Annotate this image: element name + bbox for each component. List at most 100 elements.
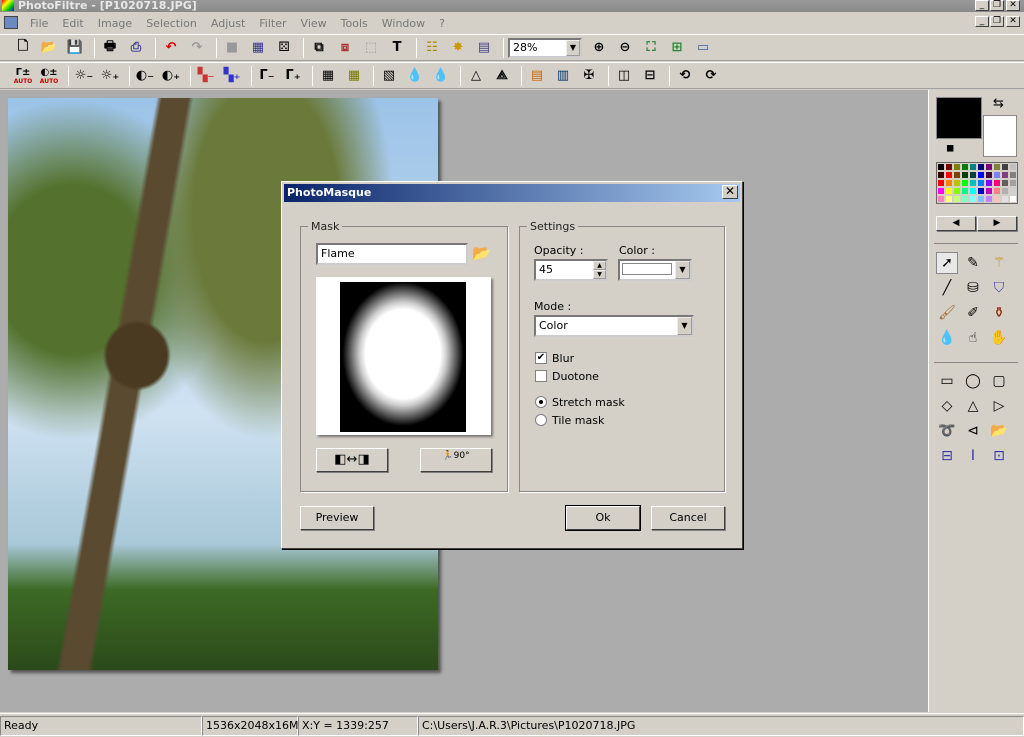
palette-swatch[interactable]	[1001, 179, 1009, 187]
palette-swatch[interactable]	[993, 179, 1001, 187]
cancel-button[interactable]: Cancel	[651, 506, 725, 530]
save-icon[interactable]: 💾	[64, 37, 86, 59]
palette-swatch[interactable]	[977, 195, 985, 203]
gradient-blue-icon[interactable]: ▥	[552, 65, 574, 87]
zoom-select[interactable]: 28% ▼	[508, 37, 582, 58]
palette-swatch[interactable]	[985, 171, 993, 179]
menu-file[interactable]: File	[24, 17, 56, 30]
chevron-down-icon[interactable]: ▼	[566, 39, 580, 56]
copy-doc-icon[interactable]: ⧉	[308, 37, 330, 59]
open-icon[interactable]: 📂	[38, 37, 60, 59]
palette-swatch[interactable]	[993, 187, 1001, 195]
menu-adjust[interactable]: Adjust	[205, 17, 253, 30]
close-button[interactable]: ✕	[1006, 0, 1020, 11]
select-all-icon[interactable]: ⬚	[360, 37, 382, 59]
preview-button[interactable]: Preview	[300, 506, 374, 530]
spray-icon[interactable]: ⛉	[988, 277, 1010, 299]
palette-swatch[interactable]	[937, 179, 945, 187]
palette-swatch[interactable]	[953, 195, 961, 203]
sharpen-more-icon[interactable]: ⟁	[491, 65, 513, 87]
brightness-plus-icon[interactable]: ☼₊	[99, 65, 121, 87]
duotone-checkbox[interactable]	[535, 370, 547, 382]
foreground-color-swatch[interactable]	[936, 97, 982, 139]
palette-swatch[interactable]	[993, 171, 1001, 179]
palette-swatch[interactable]	[969, 171, 977, 179]
menu-tools[interactable]: Tools	[335, 17, 376, 30]
flip-horizontal-icon[interactable]: ◫	[613, 65, 635, 87]
ellipse-icon[interactable]: ◯	[962, 370, 984, 392]
lasso-icon[interactable]: ➰	[936, 420, 958, 442]
actual-size-icon[interactable]: ⊞	[666, 37, 688, 59]
effects-icon[interactable]: ✠	[578, 65, 600, 87]
rounded-rect-icon[interactable]: ▢	[988, 370, 1010, 392]
palette-swatch[interactable]	[937, 187, 945, 195]
sharpen-icon[interactable]: △	[465, 65, 487, 87]
selection-h-icon[interactable]: ⊟	[936, 445, 958, 467]
pointer-icon[interactable]: ➚	[936, 252, 958, 274]
contrast-plus-icon[interactable]: ◐₊	[160, 65, 182, 87]
diamond-icon[interactable]: ◇	[936, 395, 958, 417]
auto-levels-icon[interactable]: Γ± AUTO	[12, 65, 34, 87]
scan-icon[interactable]: ⎙	[125, 37, 147, 59]
gamma-minus-icon[interactable]: Γ₋	[256, 65, 278, 87]
palette-swatch[interactable]	[985, 195, 993, 203]
palette-swatch[interactable]	[1001, 171, 1009, 179]
advanced-brush-icon[interactable]: ✐	[962, 302, 984, 324]
menu-help[interactable]: ?	[433, 17, 453, 30]
open-folder-icon[interactable]: 📂	[472, 244, 491, 262]
open-shape-icon[interactable]: 📂	[988, 420, 1010, 442]
menu-image[interactable]: Image	[92, 17, 140, 30]
palette-swatch[interactable]	[969, 163, 977, 171]
menu-filter[interactable]: Filter	[253, 17, 294, 30]
rectangle-icon[interactable]: ▭	[936, 370, 958, 392]
palette-next-button[interactable]: ▶	[977, 216, 1017, 231]
stretch-mask-radio[interactable]	[535, 396, 547, 408]
eyedropper-icon[interactable]: ✎	[962, 252, 984, 274]
palette-swatch[interactable]	[993, 195, 1001, 203]
palette-swatch[interactable]	[961, 187, 969, 195]
palette-swatch[interactable]	[1009, 187, 1017, 195]
menu-window[interactable]: Window	[376, 17, 433, 30]
palette-swatch[interactable]	[985, 163, 993, 171]
palette-swatch[interactable]	[961, 163, 969, 171]
background-color-swatch[interactable]	[983, 115, 1017, 157]
gamma-plus-icon[interactable]: Γ₊	[282, 65, 304, 87]
palette-swatch[interactable]	[945, 171, 953, 179]
restore-button[interactable]: ❐	[990, 0, 1004, 11]
swap-colors-icon[interactable]: ⇆	[993, 96, 1004, 111]
saturation-minus-icon[interactable]: ▚₋	[195, 65, 217, 87]
palette-prev-button[interactable]: ◀	[936, 216, 976, 231]
grid-olive-icon[interactable]: ▦	[343, 65, 365, 87]
undo-icon[interactable]: ↶	[160, 37, 182, 59]
zoom-in-icon[interactable]: ⊕	[588, 37, 610, 59]
document-icon[interactable]	[4, 16, 18, 29]
brush-icon[interactable]: 🖌	[936, 302, 958, 324]
palette-swatch[interactable]	[1009, 195, 1017, 203]
palette-swatch[interactable]	[953, 187, 961, 195]
palette-swatch[interactable]	[985, 179, 993, 187]
palette-swatch[interactable]	[1009, 163, 1017, 171]
palette-swatch[interactable]	[985, 187, 993, 195]
invert-mask-button[interactable]: ◧↔◨	[316, 448, 388, 472]
doc-minimize-button[interactable]: _	[975, 16, 989, 27]
transparency-icon[interactable]: ⚄	[273, 37, 295, 59]
saturation-plus-icon[interactable]: ▚₊	[221, 65, 243, 87]
palette-swatch[interactable]	[1001, 187, 1009, 195]
polygon-icon[interactable]: ⊲	[962, 420, 984, 442]
doc-restore-button[interactable]: ❐	[990, 16, 1004, 27]
dialog-close-button[interactable]: ✕	[722, 185, 738, 199]
chevron-down-icon[interactable]: ▼	[675, 261, 690, 279]
blur-more-icon[interactable]: 💧	[430, 65, 452, 87]
spin-down-icon[interactable]: ▼	[593, 270, 606, 279]
flip-vertical-icon[interactable]: ⊟	[639, 65, 661, 87]
palette-swatch[interactable]	[953, 163, 961, 171]
palette-swatch[interactable]	[953, 179, 961, 187]
smudge-icon[interactable]: ☝	[962, 327, 984, 349]
redo-icon[interactable]: ↷	[186, 37, 208, 59]
color-palette[interactable]	[936, 162, 1018, 204]
palette-swatch[interactable]	[1001, 195, 1009, 203]
rotate-mask-button[interactable]: 🏃90°	[420, 448, 492, 472]
contrast-minus-icon[interactable]: ◐₋	[134, 65, 156, 87]
menu-edit[interactable]: Edit	[56, 17, 91, 30]
palette-swatch[interactable]	[961, 195, 969, 203]
